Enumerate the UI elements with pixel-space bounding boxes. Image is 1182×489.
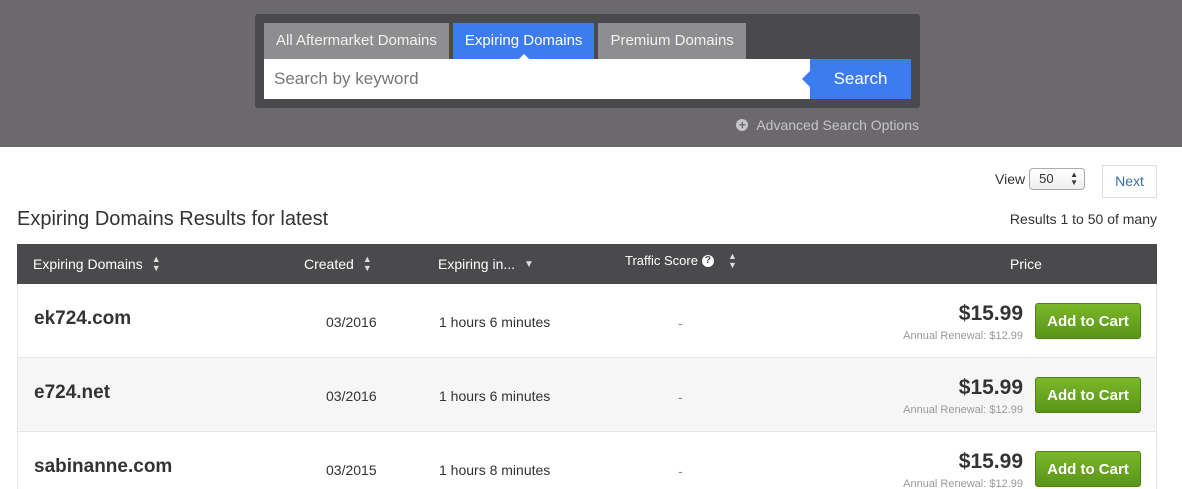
column-header-traffic-score[interactable]: Traffic Score ? ▲ ▼ <box>625 241 737 281</box>
page-title: Expiring Domains Results for latest <box>17 208 329 230</box>
price: $15.99 <box>958 376 1023 399</box>
tab-all-aftermarket-domains[interactable]: All Aftermarket Domains <box>264 23 449 59</box>
table-body: ek724.com 03/2016 1 hours 6 minutes - $1… <box>17 284 1157 489</box>
column-header-price: Price <box>1010 244 1042 284</box>
table-row: ek724.com 03/2016 1 hours 6 minutes - $1… <box>17 284 1157 358</box>
expiring-in: 1 hours 6 minutes <box>439 314 551 330</box>
table-row: sabinanne.com 03/2015 1 hours 8 minutes … <box>17 432 1157 489</box>
created-date: 03/2016 <box>326 314 377 330</box>
column-header-created[interactable]: Created ▲ ▼ <box>304 244 372 284</box>
column-label: Created <box>304 256 354 272</box>
column-header-expiring-in[interactable]: Expiring in... ▼ <box>438 244 534 284</box>
sort-icon: ▲ ▼ <box>727 251 737 270</box>
annual-renewal: Annual Renewal: $12.99 <box>903 478 1023 489</box>
domain-name[interactable]: ek724.com <box>34 308 131 330</box>
traffic-score: - <box>678 315 683 331</box>
results-table: Expiring Domains ▲ ▼ Created ▲ ▼ Expiring … <box>17 244 1157 489</box>
expiring-in: 1 hours 6 minutes <box>439 388 551 404</box>
search-banner: All Aftermarket Domains Expiring Domains… <box>0 0 1182 147</box>
price: $15.99 <box>958 302 1023 325</box>
search-panel: All Aftermarket Domains Expiring Domains… <box>255 14 920 108</box>
annual-renewal: Annual Renewal: $12.99 <box>903 404 1023 416</box>
traffic-score: - <box>678 389 683 405</box>
view-control: View 50 ▲ ▼ <box>995 168 1086 190</box>
domain-name[interactable]: e724.net <box>34 382 110 404</box>
advanced-search-options-link[interactable]: + Advanced Search Options <box>736 117 919 133</box>
column-label: Traffic Score <box>625 253 698 268</box>
sort-descending-icon: ▼ <box>524 258 534 270</box>
table-header: Expiring Domains ▲ ▼ Created ▲ ▼ Expiring … <box>17 244 1157 284</box>
created-date: 03/2016 <box>326 388 377 404</box>
domain-name[interactable]: sabinanne.com <box>34 456 172 478</box>
traffic-score: - <box>678 463 683 479</box>
column-label: Expiring in... <box>438 256 516 272</box>
created-date: 03/2015 <box>326 462 377 478</box>
expiring-in: 1 hours 8 minutes <box>439 462 551 478</box>
plus-circle-icon: + <box>736 119 749 131</box>
sort-icon: ▲ ▼ <box>151 254 161 273</box>
add-to-cart-button[interactable]: Add to Cart <box>1035 451 1141 487</box>
advanced-search-label: Advanced Search Options <box>756 117 919 133</box>
annual-renewal: Annual Renewal: $12.99 <box>903 330 1023 342</box>
search-input[interactable] <box>264 59 810 99</box>
tab-premium-domains[interactable]: Premium Domains <box>598 23 746 59</box>
table-row: e724.net 03/2016 1 hours 6 minutes - $15… <box>17 358 1157 432</box>
sort-icon: ▲ ▼ <box>362 254 372 273</box>
search-tabs: All Aftermarket Domains Expiring Domains… <box>264 23 750 60</box>
view-per-page-value: 50 <box>1039 171 1054 186</box>
updown-chevron-icon: ▲ ▼ <box>1070 170 1079 187</box>
next-page-button[interactable]: Next <box>1102 165 1157 198</box>
price: $15.99 <box>958 450 1023 473</box>
column-header-expiring-domains[interactable]: Expiring Domains ▲ ▼ <box>33 244 161 284</box>
view-per-page-select[interactable]: 50 ▲ ▼ <box>1029 168 1086 190</box>
add-to-cart-button[interactable]: Add to Cart <box>1035 303 1141 339</box>
column-label: Price <box>1010 256 1042 272</box>
view-label: View <box>995 171 1026 187</box>
add-to-cart-button[interactable]: Add to Cart <box>1035 377 1141 413</box>
tab-expiring-domains[interactable]: Expiring Domains <box>452 23 595 60</box>
search-button[interactable]: Search <box>802 59 911 99</box>
column-label: Expiring Domains <box>33 256 143 272</box>
results-count: Results 1 to 50 of many <box>1009 211 1157 227</box>
search-row: Search <box>264 59 911 99</box>
help-icon[interactable]: ? <box>701 255 714 267</box>
